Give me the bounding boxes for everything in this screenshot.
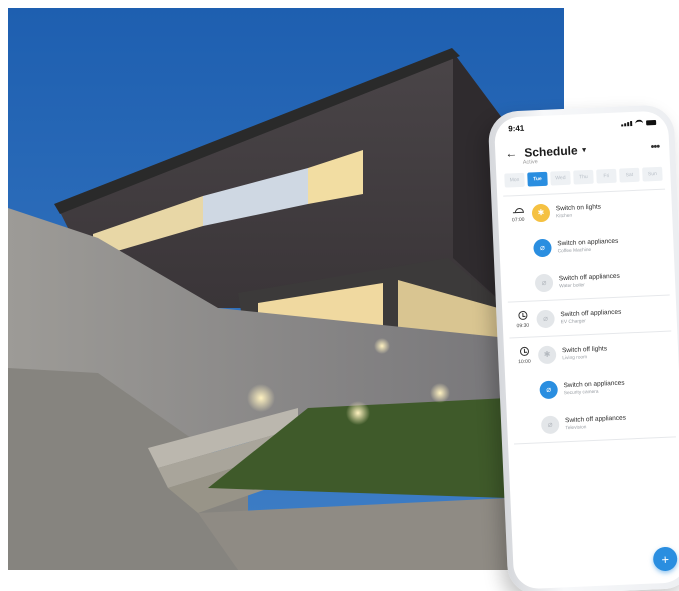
- plug-status-dot: ⌀: [533, 238, 552, 257]
- plug-status-dot: ⌀: [540, 414, 560, 434]
- item-device: Television: [565, 424, 587, 431]
- schedule-group: 10:00 ✱ Switch off lights Living room ⌀ Switc…: [503, 331, 679, 443]
- time-column: 09:30: [508, 301, 538, 337]
- time-column: 07:00: [503, 195, 536, 301]
- wifi-icon: [635, 119, 644, 126]
- clock-icon: [519, 346, 529, 357]
- time-label: 09:30: [516, 322, 530, 330]
- item-text: Switch on appliances Security camera: [563, 379, 625, 396]
- action-list: ✱ Switch on lights Kitchen ⌀ Switch on appli…: [531, 189, 675, 300]
- page-title: Schedule: [524, 143, 578, 160]
- clock-icon: [517, 310, 528, 321]
- item-title: Switch on lights: [555, 202, 602, 212]
- status-icons: [621, 119, 657, 127]
- item-device: Security camera: [563, 389, 599, 396]
- item-text: Switch off appliances Television: [565, 414, 627, 431]
- sunrise-icon: [512, 205, 523, 214]
- plug-icon: ⌀: [542, 313, 549, 323]
- item-text: Switch on lights Kitchen: [556, 203, 602, 219]
- item-title: Switch on appliances: [557, 237, 619, 247]
- schedule-item[interactable]: ⌀ Switch off appliances Water boiler: [534, 259, 675, 300]
- bulb-icon: ✱: [543, 349, 551, 359]
- bulb-status-dot: ✱: [531, 203, 551, 222]
- plug-icon: ⌀: [547, 419, 553, 429]
- time-label: 10:00: [518, 358, 531, 366]
- day-tab-mon[interactable]: Mon: [504, 172, 525, 188]
- add-schedule-button[interactable]: +: [652, 546, 678, 572]
- schedule-item[interactable]: ⌀ Switch off appliances EV Charger: [536, 295, 677, 336]
- plug-icon: ⌀: [541, 277, 547, 287]
- more-options-icon[interactable]: •••: [650, 140, 659, 152]
- schedule-item[interactable]: ⌀ Switch off appliances Television: [540, 401, 679, 442]
- schedule-selector[interactable]: Schedule ▼: [524, 143, 588, 160]
- house-photo: [8, 8, 564, 570]
- item-text: Switch on appliances Coffee Machine: [557, 237, 619, 254]
- time-label: 07:00: [511, 216, 525, 224]
- day-tab-fri[interactable]: Fri: [596, 168, 617, 184]
- action-list: ✱ Switch off lights Living room ⌀ Switch on …: [537, 331, 679, 442]
- item-title: Switch off appliances: [564, 414, 627, 424]
- signal-icon: [621, 120, 633, 127]
- item-text: Switch off appliances EV Charger: [560, 308, 622, 325]
- action-list: ⌀ Switch off appliances EV Charger: [536, 295, 677, 336]
- schedule-group: 07:00 ✱ Switch on lights Kitchen ⌀ Switch on …: [497, 189, 675, 301]
- time-column: 10:00: [509, 337, 542, 443]
- item-device: Living room: [562, 354, 588, 361]
- item-title: Switch off appliances: [558, 272, 620, 282]
- item-text: Switch off appliances Water boiler: [559, 272, 621, 289]
- item-title: Switch off lights: [561, 344, 608, 354]
- item-device: Water boiler: [559, 282, 585, 289]
- plug-icon: ⌀: [539, 242, 546, 252]
- day-tab-wed[interactable]: Wed: [550, 170, 571, 186]
- plug-icon: ⌀: [546, 384, 552, 394]
- day-tab-sun[interactable]: Sun: [642, 166, 663, 182]
- item-title: Switch on appliances: [563, 379, 625, 389]
- plug-status-dot: ⌀: [539, 379, 559, 399]
- battery-icon: [646, 119, 657, 126]
- day-tab-sat[interactable]: Sat: [619, 167, 640, 183]
- bulb-status-dot: ✱: [537, 345, 557, 364]
- plug-status-dot: ⌀: [536, 309, 555, 328]
- app-screen: 9:41 ← Schedule ▼ ••• Active Mon Tue Wed Th…: [493, 110, 679, 590]
- plug-status-dot: ⌀: [534, 273, 554, 292]
- phone-mockup: 9:41 ← Schedule ▼ ••• Active Mon Tue Wed Th…: [487, 104, 679, 591]
- item-device: EV Charger: [560, 318, 586, 325]
- item-device: Coffee Machine: [557, 247, 592, 254]
- bulb-icon: ✱: [537, 207, 545, 217]
- item-device: Kitchen: [556, 213, 573, 219]
- plus-icon: +: [661, 551, 670, 567]
- day-tab-tue[interactable]: Tue: [527, 171, 548, 187]
- day-tab-thu[interactable]: Thu: [573, 169, 594, 185]
- caret-down-icon: ▼: [580, 146, 588, 154]
- item-text: Switch off lights Living room: [562, 345, 608, 361]
- status-time: 9:41: [508, 123, 525, 133]
- back-arrow-icon[interactable]: ←: [505, 146, 518, 161]
- item-title: Switch off appliances: [560, 308, 622, 318]
- house-illustration: [8, 8, 564, 570]
- schedule-list: 07:00 ✱ Switch on lights Kitchen ⌀ Switch on …: [497, 189, 679, 445]
